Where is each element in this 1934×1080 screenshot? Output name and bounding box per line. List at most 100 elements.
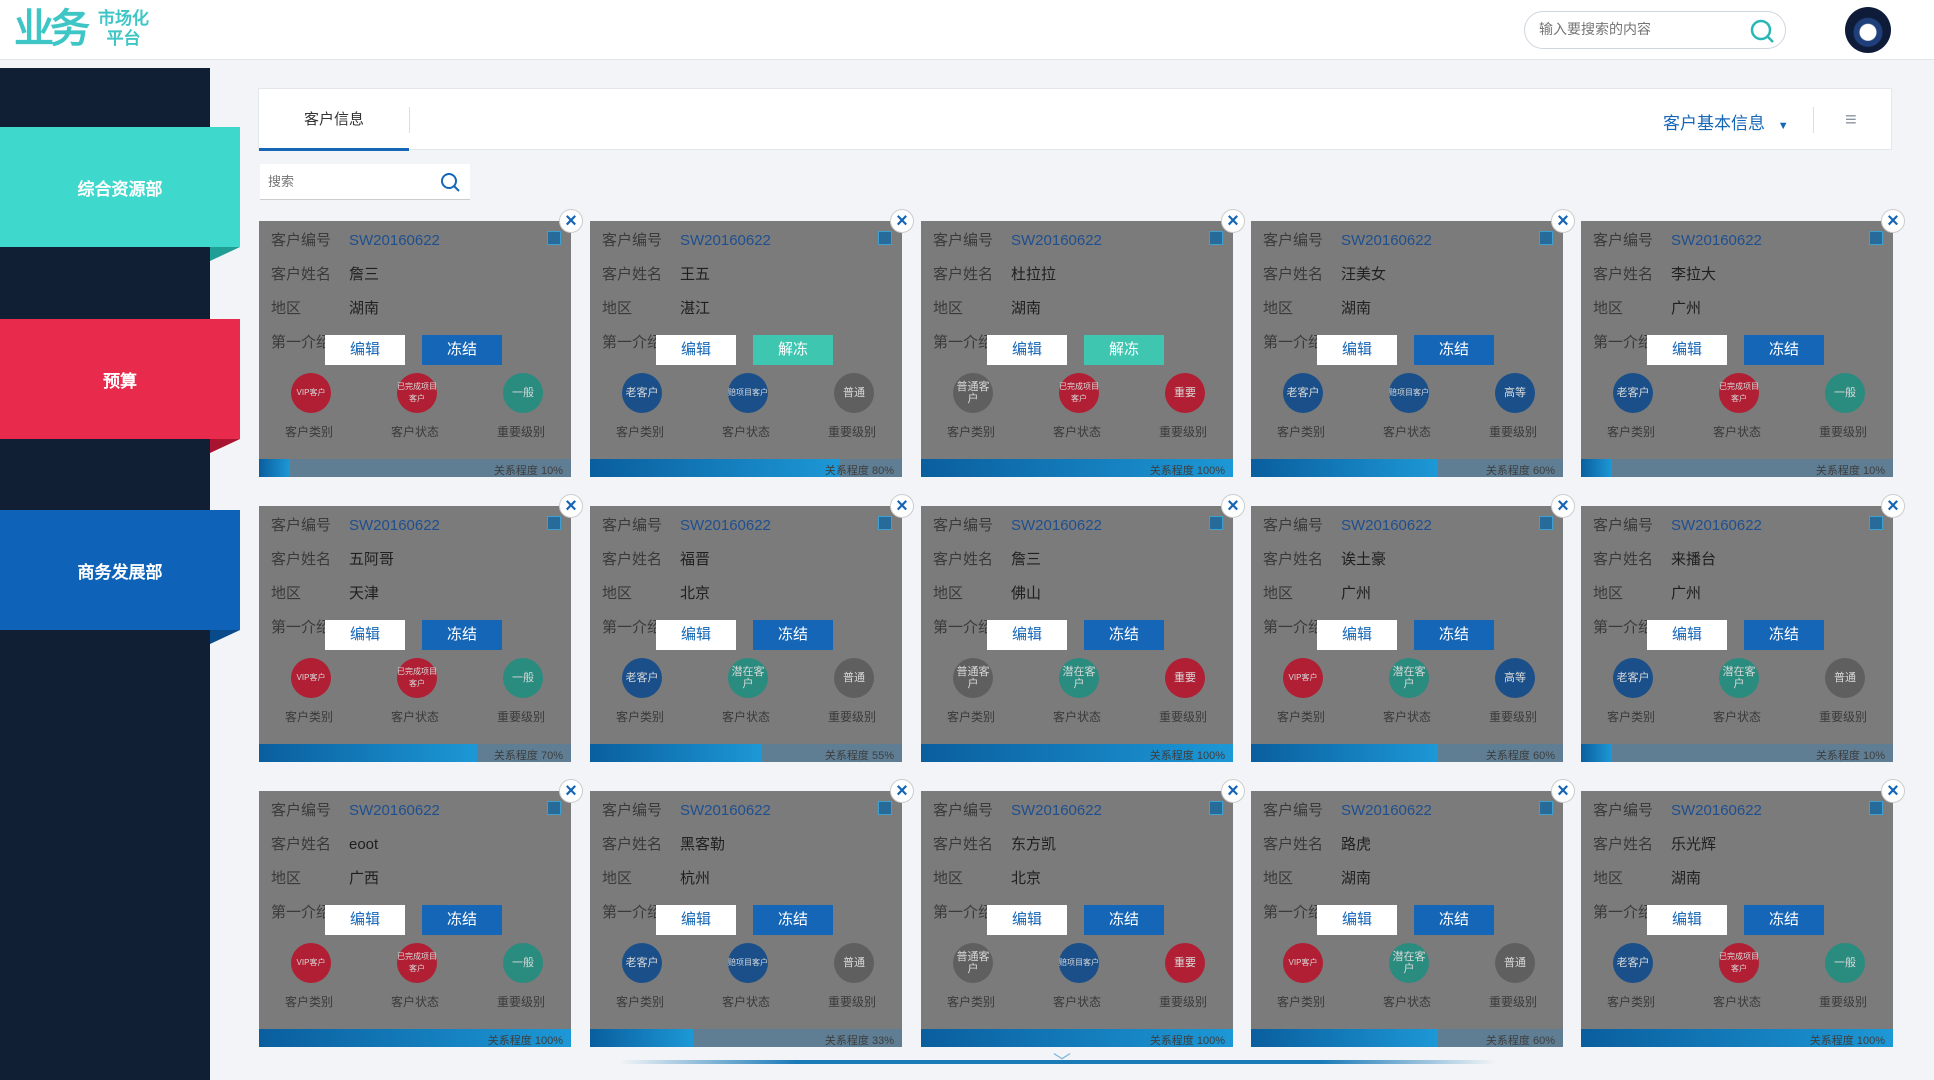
close-icon[interactable]: × xyxy=(559,494,583,518)
search-icon[interactable] xyxy=(440,172,460,197)
edit-button[interactable]: 编辑 xyxy=(656,620,736,650)
edit-button[interactable]: 编辑 xyxy=(987,620,1067,650)
category-badge: VIP客户 xyxy=(291,943,331,983)
category-badge: 普通客户 xyxy=(953,943,993,983)
edit-button[interactable]: 编辑 xyxy=(1317,620,1397,650)
qr-code-icon[interactable] xyxy=(547,801,561,815)
close-icon[interactable]: × xyxy=(1221,779,1245,803)
qr-code-icon[interactable] xyxy=(547,231,561,245)
edit-button[interactable]: 编辑 xyxy=(1647,335,1727,365)
qr-code-icon[interactable] xyxy=(547,516,561,530)
freeze-button[interactable]: 解冻 xyxy=(1084,335,1164,365)
edit-button[interactable]: 编辑 xyxy=(1317,905,1397,935)
qr-code-icon[interactable] xyxy=(1869,516,1883,530)
tab-customer-info[interactable]: 客户信息 xyxy=(259,89,409,151)
field-value: 湖南 xyxy=(1671,870,1702,887)
field-value: eoot xyxy=(349,836,379,853)
close-icon[interactable]: × xyxy=(1881,494,1905,518)
badge-caption: 客户类别 xyxy=(1607,995,1656,1009)
freeze-button[interactable]: 冻结 xyxy=(753,620,833,650)
edit-button[interactable]: 编辑 xyxy=(325,905,405,935)
edit-button[interactable]: 编辑 xyxy=(1317,335,1397,365)
edit-button[interactable]: 编辑 xyxy=(656,905,736,935)
freeze-button[interactable]: 冻结 xyxy=(422,335,502,365)
close-icon[interactable]: × xyxy=(890,779,914,803)
close-icon[interactable]: × xyxy=(559,209,583,233)
field-label: 客户姓名 xyxy=(933,266,994,283)
qr-code-icon[interactable] xyxy=(1539,231,1553,245)
relation-text: 关系程度 60% xyxy=(1485,465,1555,477)
qr-code-icon[interactable] xyxy=(1869,231,1883,245)
qr-code-icon[interactable] xyxy=(878,516,892,530)
badge-caption: 重要级别 xyxy=(1489,425,1538,439)
qr-code-icon[interactable] xyxy=(1209,801,1223,815)
department-item[interactable]: 预算 xyxy=(0,319,240,453)
relation-bar: 关系程度 100% xyxy=(1581,1029,1893,1047)
card-search-input[interactable] xyxy=(268,174,418,189)
edit-button[interactable]: 编辑 xyxy=(1647,905,1727,935)
freeze-button[interactable]: 冻结 xyxy=(1414,335,1494,365)
avatar[interactable] xyxy=(1845,7,1891,53)
badge-caption: 重要级别 xyxy=(1819,995,1868,1009)
field-value: SW20160622 xyxy=(349,517,440,534)
field-label: 地区 xyxy=(271,585,302,602)
qr-code-icon[interactable] xyxy=(1209,516,1223,530)
close-icon[interactable]: × xyxy=(1551,494,1575,518)
card-field: 地区 北京 xyxy=(933,867,1041,888)
app-logo[interactable]: 业务 市场化 平台 xyxy=(14,6,149,52)
card-field: 地区 杭州 xyxy=(602,867,710,888)
edit-button[interactable]: 编辑 xyxy=(656,335,736,365)
department-item[interactable]: 综合资源部 xyxy=(0,127,240,261)
freeze-button[interactable]: 冻结 xyxy=(1744,620,1824,650)
status-badge: 已完成项目客户 xyxy=(1719,943,1759,983)
freeze-button[interactable]: 冻结 xyxy=(422,905,502,935)
qr-code-icon[interactable] xyxy=(878,801,892,815)
close-icon[interactable]: × xyxy=(1551,209,1575,233)
menu-icon[interactable]: ≡ xyxy=(1845,110,1857,130)
global-search-input[interactable] xyxy=(1539,21,1739,37)
edit-button[interactable]: 编辑 xyxy=(987,335,1067,365)
freeze-button[interactable]: 冻结 xyxy=(753,905,833,935)
badge-caption: 客户类别 xyxy=(1277,425,1326,439)
close-icon[interactable]: × xyxy=(890,494,914,518)
close-icon[interactable]: × xyxy=(1881,779,1905,803)
close-icon[interactable]: × xyxy=(1551,779,1575,803)
close-icon[interactable]: × xyxy=(559,779,583,803)
close-icon[interactable]: × xyxy=(1221,209,1245,233)
field-value: 广州 xyxy=(1341,585,1372,602)
edit-button[interactable]: 编辑 xyxy=(325,335,405,365)
qr-code-icon[interactable] xyxy=(1539,801,1553,815)
relation-text: 关系程度 70% xyxy=(493,750,563,762)
view-dropdown[interactable]: 客户基本信息 ▼ xyxy=(1663,109,1789,134)
qr-code-icon[interactable] xyxy=(1209,231,1223,245)
qr-code-icon[interactable] xyxy=(1869,801,1883,815)
freeze-button[interactable]: 解冻 xyxy=(753,335,833,365)
close-icon[interactable]: × xyxy=(1881,209,1905,233)
card-field: 地区 湖南 xyxy=(1263,867,1371,888)
logo-line1: 市场化 xyxy=(98,9,149,28)
close-icon[interactable]: × xyxy=(890,209,914,233)
status-badge: 赔项目客户 xyxy=(1059,943,1099,983)
field-value: SW20160622 xyxy=(680,517,771,534)
relation-fill xyxy=(590,744,762,762)
freeze-button[interactable]: 冻结 xyxy=(1084,905,1164,935)
department-item[interactable]: 商务发展部 xyxy=(0,510,240,644)
relation-text: 关系程度 60% xyxy=(1485,1035,1555,1047)
edit-button[interactable]: 编辑 xyxy=(325,620,405,650)
search-icon[interactable] xyxy=(1749,18,1775,49)
qr-code-icon[interactable] xyxy=(1539,516,1553,530)
customer-card: 客户编号 SW20160622 客户姓名 eoot 地区 广西 第一介绍 × 编辑 冻结 VIP客户… xyxy=(259,779,583,1047)
relation-bar: 关系程度 100% xyxy=(921,1029,1233,1047)
freeze-button[interactable]: 冻结 xyxy=(422,620,502,650)
freeze-button[interactable]: 冻结 xyxy=(1084,620,1164,650)
freeze-button[interactable]: 冻结 xyxy=(1414,905,1494,935)
close-icon[interactable]: × xyxy=(1221,494,1245,518)
edit-button[interactable]: 编辑 xyxy=(987,905,1067,935)
freeze-button[interactable]: 冻结 xyxy=(1414,620,1494,650)
freeze-button[interactable]: 冻结 xyxy=(1744,905,1824,935)
edit-button[interactable]: 编辑 xyxy=(1647,620,1727,650)
field-label: 客户编号 xyxy=(1593,802,1654,819)
qr-code-icon[interactable] xyxy=(878,231,892,245)
chevron-down-icon[interactable]: ﹀ xyxy=(1053,1048,1071,1074)
freeze-button[interactable]: 冻结 xyxy=(1744,335,1824,365)
